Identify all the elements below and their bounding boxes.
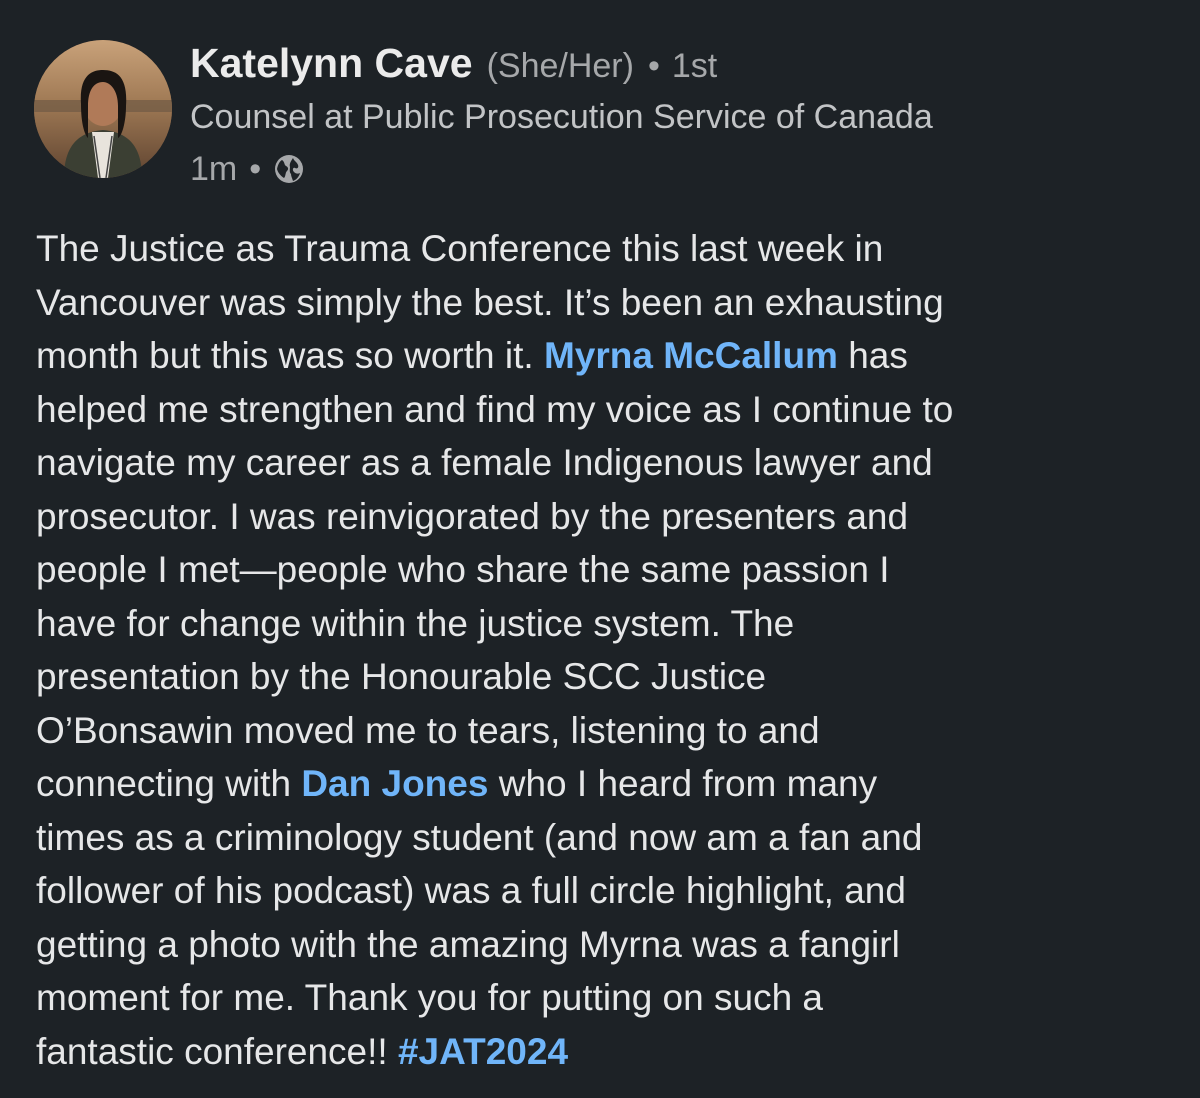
post-text-line: helped me strengthen and find my voice a… <box>36 383 1186 437</box>
separator-dot: • <box>249 149 262 188</box>
author-avatar[interactable] <box>34 40 172 178</box>
hashtag-link[interactable]: #JAT2024 <box>398 1031 568 1072</box>
post-text-line: people I met—people who share the same p… <box>36 543 1186 597</box>
post-text-line: have for change within the justice syste… <box>36 597 1186 651</box>
post-text-segment: O’Bonsawin moved me to tears, listening … <box>36 709 820 751</box>
globe-icon <box>273 153 305 185</box>
post-text-line: fantastic conference!! #JAT2024 <box>36 1025 1186 1079</box>
post-text-segment: who I heard from many <box>488 763 878 804</box>
post-text-line: Vancouver was simply the best. It’s been… <box>36 276 1186 330</box>
author-name-line: Katelynn Cave (She/Her) • 1st <box>190 40 1180 94</box>
post-timestamp[interactable]: 1m <box>190 150 237 189</box>
post-text-line: presentation by the Honourable SCC Justi… <box>36 650 1186 704</box>
post-text-segment: has <box>837 335 908 376</box>
post-text-segment: The Justice as Trauma Conference this la… <box>36 228 884 269</box>
mention-link[interactable]: Dan Jones <box>301 763 488 804</box>
mention-link[interactable]: Myrna McCallum <box>544 335 838 376</box>
post-header: Katelynn Cave (She/Her) • 1st Counsel at… <box>190 40 1180 192</box>
post-text-segment: navigate my career as a female Indigenou… <box>36 442 933 483</box>
post-text-segment: times as a criminology student (and now … <box>36 816 923 858</box>
post-body-text: The Justice as Trauma Conference this la… <box>36 222 1186 1078</box>
avatar-photo <box>34 40 172 178</box>
post-text-line: times as a criminology student (and now … <box>36 811 1186 865</box>
post-text-segment: getting a photo with the amazing Myrna w… <box>36 923 900 965</box>
post-text-segment: follower of his podcast) was a full circ… <box>36 870 906 911</box>
post-text-line: O’Bonsawin moved me to tears, listening … <box>36 704 1186 758</box>
author-pronouns: (She/Her) <box>486 47 634 85</box>
post-text-line: connecting with Dan Jones who I heard fr… <box>36 757 1186 811</box>
author-name[interactable]: Katelynn Cave <box>190 40 473 87</box>
post-text-segment: helped me strengthen and find my voice a… <box>36 388 954 430</box>
separator-dot: • <box>647 47 660 85</box>
post-text-segment: Vancouver was simply the best. It’s been… <box>36 281 944 323</box>
post-text-segment: connecting with <box>36 763 302 804</box>
post-text-line: month but this was so worth it. Myrna Mc… <box>36 329 1186 383</box>
post-text-segment: presentation by the Honourable SCC Justi… <box>36 656 767 697</box>
post-text-line: follower of his podcast) was a full circ… <box>36 864 1186 918</box>
connection-degree: 1st <box>671 47 718 85</box>
post-text-segment: have for change within the justice syste… <box>36 602 795 644</box>
post-meta: 1m • <box>190 146 1180 192</box>
post-text-line: navigate my career as a female Indigenou… <box>36 436 1186 490</box>
post-text-line: prosecutor. I was reinvigorated by the p… <box>36 490 1186 544</box>
post-text-segment: month but this was so worth it. <box>36 335 544 376</box>
post-text-segment: people I met—people who share the same p… <box>36 549 890 590</box>
post-text-segment: prosecutor. I was reinvigorated by the p… <box>36 495 909 537</box>
post-text-segment: moment for me. Thank you for putting on … <box>36 977 824 1018</box>
post-text-line: moment for me. Thank you for putting on … <box>36 971 1186 1025</box>
post-text-line: The Justice as Trauma Conference this la… <box>36 222 1186 276</box>
post-text-segment: fantastic conference!! <box>36 1030 398 1072</box>
post-text-line: getting a photo with the amazing Myrna w… <box>36 918 1186 972</box>
post-card: Katelynn Cave (She/Her) • 1st Counsel at… <box>0 0 1200 1098</box>
author-headline: Counsel at Public Prosecution Service of… <box>190 98 933 136</box>
